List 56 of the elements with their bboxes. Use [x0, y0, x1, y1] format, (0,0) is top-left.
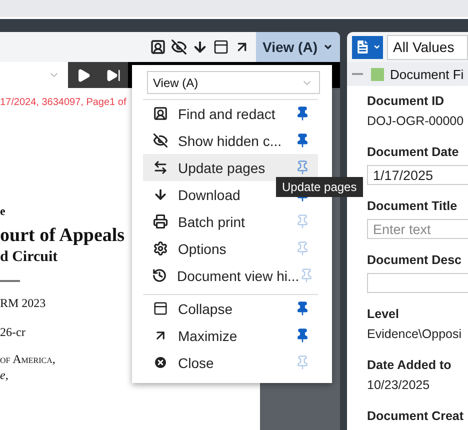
pin-icon[interactable]: [295, 328, 310, 343]
new-document-button[interactable]: [352, 36, 383, 58]
printer-icon: [152, 214, 168, 229]
view-button[interactable]: View (A): [256, 32, 340, 62]
field-label: Document Creat: [367, 409, 464, 423]
filter-select[interactable]: All Values: [387, 34, 468, 60]
settings-icon: [152, 241, 168, 256]
field-value: Evidence\Opposi: [367, 327, 462, 341]
menu-item[interactable]: Maximize: [143, 322, 318, 349]
pin-icon[interactable]: [295, 301, 310, 316]
download-icon[interactable]: [192, 39, 208, 55]
page-info-label: 17/2024, 3634097, Page1 of: [0, 97, 126, 108]
caret-icon: [323, 42, 334, 52]
eye-off-icon[interactable]: [170, 39, 186, 55]
menu-item[interactable]: Show hidden c...: [143, 127, 318, 154]
input-field[interactable]: 1/17/2025: [367, 165, 468, 185]
document-text: ourt of Appeals: [0, 225, 125, 247]
field-value: 10/23/2025: [367, 378, 430, 392]
document-text: of America,: [0, 352, 56, 367]
caret-icon: [373, 43, 381, 51]
menu-item[interactable]: Document view hi...: [143, 262, 318, 289]
field-label: Document Date: [367, 145, 459, 159]
document-text: e: [0, 204, 6, 219]
field-value: DOJ-OGR-00000: [367, 114, 464, 128]
document-text: e,: [0, 368, 8, 383]
history-icon: [152, 268, 167, 283]
menu-item[interactable]: Find and redact: [143, 100, 318, 127]
view-select[interactable]: View (A): [147, 71, 320, 94]
collapse-icon[interactable]: [212, 39, 228, 55]
close-icon: [152, 355, 168, 370]
eye-off-icon: [152, 133, 168, 148]
tooltip: Update pages: [276, 177, 363, 197]
document-text: 26-cr: [0, 325, 26, 340]
menu-item[interactable]: Options: [143, 235, 318, 262]
section-color-swatch: [371, 68, 384, 80]
download-icon: [152, 187, 168, 202]
document-text: d Circuit: [0, 249, 58, 266]
play-icon[interactable]: [76, 68, 90, 82]
section-header[interactable]: Document Fi: [347, 62, 468, 86]
menu-item[interactable]: Collapse: [143, 295, 318, 322]
field-label: Document ID: [367, 94, 444, 108]
input-field[interactable]: Enter text: [367, 219, 468, 239]
input-field[interactable]: [367, 273, 468, 293]
swap-icon: [152, 160, 168, 175]
skip-end-icon[interactable]: [106, 68, 120, 82]
field-label: Document Title: [367, 199, 458, 213]
document-text: RM 2023: [0, 296, 46, 311]
field-label: Document Desc: [367, 253, 462, 267]
collapse-icon: [152, 301, 168, 316]
field-label: Date Added to: [367, 358, 452, 372]
menu-item[interactable]: Close: [143, 349, 318, 376]
pin-icon[interactable]: [295, 133, 310, 148]
pin-icon[interactable]: [295, 106, 310, 121]
menu-item[interactable]: Batch print: [143, 208, 318, 235]
field-label: Level: [367, 307, 399, 321]
menu-item[interactable]: Update pages: [143, 154, 318, 181]
